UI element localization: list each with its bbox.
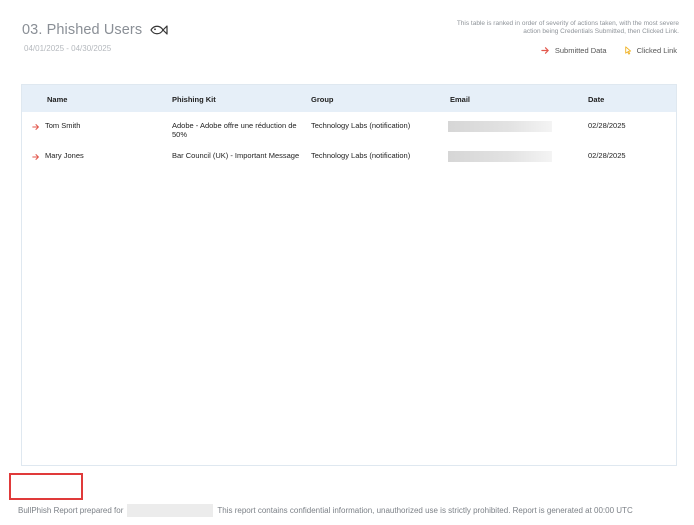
pointer-icon	[624, 46, 631, 55]
footer: BullPhish Report prepared for This repor…	[18, 504, 633, 517]
user-name-cell: Mary Jones	[32, 151, 84, 161]
date-range: 04/01/2025 - 04/30/2025	[24, 44, 112, 53]
phishing-kit: Bar Council (UK) - Important Message	[172, 151, 300, 160]
page-header: 03. Phished Users	[22, 22, 168, 38]
client-name-redacted	[127, 504, 214, 517]
highlight-box	[9, 473, 83, 500]
column-header-kit: Phishing Kit	[172, 95, 216, 104]
table-header: Name Phishing Kit Group Email Date	[22, 85, 676, 112]
legend-item-submitted: Submitted Data	[541, 46, 607, 55]
table-row[interactable]: Tom Smith Adobe - Adobe offre une réduct…	[22, 112, 676, 142]
ranking-note: This table is ranked in order of severit…	[456, 20, 679, 35]
legend: Submitted Data Clicked Link	[541, 46, 677, 55]
redaction-bar	[448, 121, 552, 132]
user-name: Mary Jones	[45, 151, 84, 160]
legend-label-clicked: Clicked Link	[636, 46, 677, 55]
user-name-cell: Tom Smith	[32, 121, 81, 131]
table-row[interactable]: Mary Jones Bar Council (UK) - Important …	[22, 142, 676, 172]
phished-users-table: Name Phishing Kit Group Email Date Tom S…	[21, 84, 677, 466]
date: 02/28/2025	[588, 151, 626, 160]
fish-icon	[150, 25, 168, 35]
legend-label-submitted: Submitted Data	[554, 46, 607, 55]
email-redacted	[448, 151, 552, 162]
redaction-bar	[448, 151, 552, 162]
group: Technology Labs (notification)	[311, 151, 411, 160]
user-name: Tom Smith	[45, 121, 81, 130]
arrow-right-icon	[32, 123, 39, 130]
arrow-right-icon	[32, 153, 39, 160]
legend-item-clicked: Clicked Link	[623, 46, 677, 55]
footer-disclaimer: This report contains confidential inform…	[217, 506, 633, 515]
footer-prefix: BullPhish Report prepared for	[18, 506, 124, 515]
arrow-right-icon	[541, 47, 549, 54]
column-header-email: Email	[450, 95, 471, 104]
date: 02/28/2025	[588, 121, 626, 130]
email-redacted	[448, 121, 552, 132]
phishing-kit: Adobe - Adobe offre une réduction de 50%	[172, 121, 297, 139]
column-header-date: Date	[588, 95, 605, 104]
group: Technology Labs (notification)	[311, 121, 411, 130]
column-header-name: Name	[47, 95, 68, 104]
column-header-group: Group	[311, 95, 334, 104]
page-title: 03. Phished Users	[22, 22, 143, 38]
